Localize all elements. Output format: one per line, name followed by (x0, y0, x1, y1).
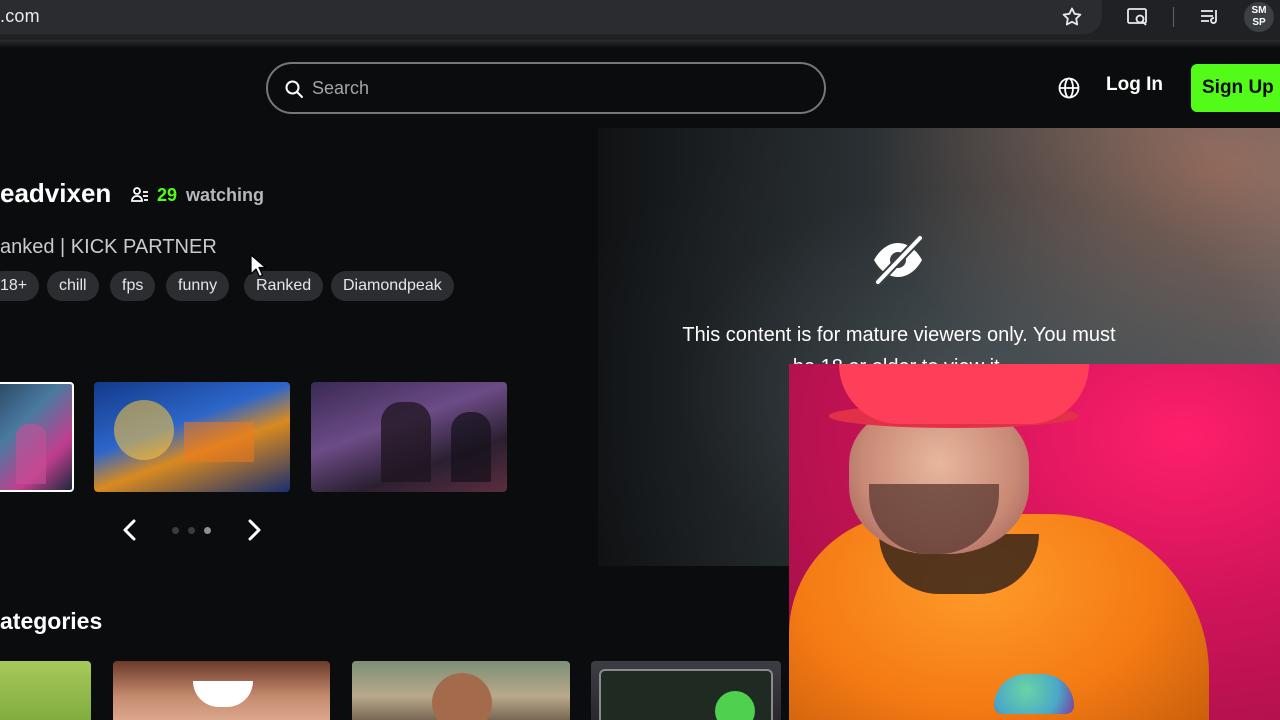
media-queue-icon[interactable] (1198, 5, 1222, 29)
category-card[interactable] (0, 661, 91, 720)
profile-avatar[interactable]: SM SP (1244, 2, 1274, 32)
tag-chill[interactable]: chill (47, 271, 99, 301)
carousel-dot[interactable] (188, 527, 195, 534)
thumbnail-graphic (114, 400, 174, 460)
carousel-thumbnail-selected[interactable] (0, 382, 74, 492)
webcam-overlay (789, 364, 1280, 720)
tag-18-plus[interactable]: 18+ (0, 271, 40, 301)
carousel-dot[interactable] (172, 527, 179, 534)
signup-button[interactable]: Sign Up (1191, 64, 1280, 112)
site-header: Log In Sign Up (0, 48, 1280, 128)
tag-diamondpeak[interactable]: Diamondpeak (331, 271, 454, 301)
tab-search-icon[interactable] (1126, 5, 1150, 29)
viewer-count: 29 (157, 185, 178, 205)
carousel-dot-active[interactable] (204, 527, 211, 534)
stream-title: anked | KICK PARTNER (0, 236, 217, 258)
mature-warning-text: This content is for mature viewers only.… (682, 324, 1116, 346)
mouse-cursor-icon (250, 254, 266, 278)
channel-name[interactable]: eadvixen (0, 178, 111, 209)
carousel-thumbnail[interactable] (311, 382, 507, 492)
search-input[interactable] (312, 74, 792, 102)
tag-funny[interactable]: funny (166, 271, 230, 301)
search-icon (285, 80, 303, 98)
login-button[interactable]: Log In (1106, 74, 1163, 96)
carousel-thumbnail[interactable] (94, 382, 290, 492)
category-card[interactable] (352, 661, 570, 720)
address-bar[interactable]: .com (0, 0, 1102, 34)
address-bar-url[interactable]: .com (0, 6, 40, 27)
browser-toolbar: .com SM SP (0, 0, 1280, 40)
category-card[interactable] (113, 661, 330, 720)
thumbnail-graphic (184, 422, 254, 462)
chevron-right-icon[interactable] (243, 518, 265, 542)
search-box[interactable] (266, 62, 826, 114)
webcam-cap (839, 364, 1089, 424)
category-card[interactable] (591, 661, 781, 720)
avatar-initials-top: SM (1251, 5, 1267, 16)
category-art (432, 673, 492, 720)
toolbar-divider (1173, 7, 1174, 27)
toolbar-shadow (0, 40, 1280, 48)
thumbnail-figure (381, 402, 431, 482)
star-icon[interactable] (1060, 5, 1084, 29)
viewers-icon (131, 187, 148, 202)
category-art (193, 681, 253, 707)
thumbnail-figure (451, 412, 491, 482)
viewer-label: watching (186, 185, 265, 205)
chevron-left-icon[interactable] (119, 518, 141, 542)
avatar-initials-bottom: SP (1252, 17, 1266, 28)
thumbnail-figure (16, 424, 46, 484)
tag-fps[interactable]: fps (110, 271, 156, 301)
page-root: .com SM SP Search Log In Sign Up eadvixe… (0, 0, 1280, 720)
categories-heading: ategories (0, 608, 103, 634)
globe-icon[interactable] (1057, 76, 1081, 100)
eye-off-icon (874, 234, 924, 286)
